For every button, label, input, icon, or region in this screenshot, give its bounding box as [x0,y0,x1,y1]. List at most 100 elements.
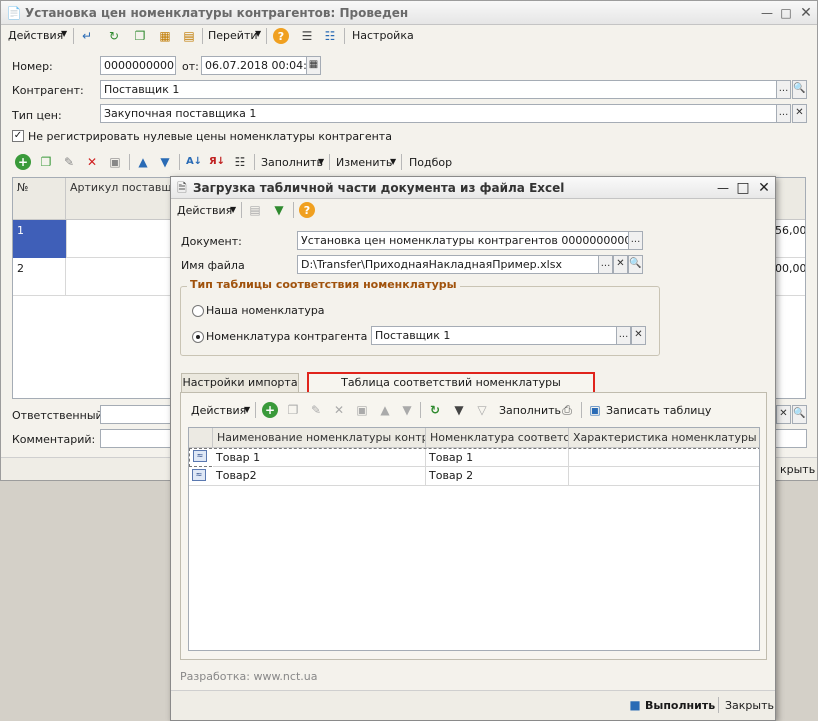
column-header-matching-nomenclature[interactable]: Номенклатура соответс... [426,428,569,448]
developer-link[interactable]: Разработка: www.nct.ua [180,670,317,683]
counterparty-search-icon[interactable]: 🔍 [792,80,807,99]
tab-import-settings[interactable]: Настройки импорта [181,373,299,393]
counterparty-select-button[interactable]: ... [776,80,791,99]
price-type-clear-icon[interactable]: ✕ [792,104,807,123]
save-table-icon[interactable]: ▣ [587,402,603,418]
radio-our-nomenclature[interactable] [192,305,204,317]
help-icon[interactable]: ? [273,28,289,44]
row-counterparty-name: Товар2 [213,467,426,486]
run-button[interactable]: Выполнить [645,699,715,712]
copy-icon[interactable]: ❐ [132,28,148,44]
table-move-up-icon[interactable]: ▲ [377,402,393,418]
table-actions-menu[interactable]: Действия [191,404,246,417]
radio-counterparty-nomenclature-label: Номенклатура контрагента [206,330,368,343]
row-characteristic [569,449,759,467]
barcode-icon[interactable]: ☷ [232,154,248,170]
table-filter-off-icon[interactable]: ▽ [474,402,490,418]
row-item-icon: ≈ [192,469,206,481]
add-row-icon[interactable]: + [15,154,31,170]
end-edit-icon[interactable]: ▣ [107,154,123,170]
table-add-icon[interactable]: + [262,402,278,418]
filename-field[interactable]: D:\Transfer\ПриходнаяНакладнаяПример.xls… [297,255,599,274]
filename-select-button[interactable]: ... [598,255,613,274]
table-refresh-icon[interactable]: ↻ [427,402,443,418]
print-icon[interactable]: ⎙ [559,402,575,418]
row-characteristic [569,467,759,486]
structure-icon[interactable]: ▤ [181,28,197,44]
dialog-help-icon[interactable]: ? [299,202,315,218]
import-dialog: 🗎 Загрузка табличной части документа из … [170,176,776,721]
table-move-down-icon[interactable]: ▼ [399,402,415,418]
date-field[interactable]: 06.07.2018 00:04:34 [201,56,307,75]
zero-price-checkbox[interactable]: ✓ [12,130,24,142]
list-settings-icon[interactable]: ☷ [322,28,338,44]
price-type-field[interactable]: Закупочная поставщика 1 [100,104,777,123]
radio-dot [196,335,200,339]
dialog-actions-menu[interactable]: Действия [177,204,232,217]
dialog-close-button[interactable]: Закрыть [725,699,774,712]
post-close-icon[interactable]: ↵ [79,28,95,44]
document-select-button[interactable]: ... [628,231,643,250]
dialog-minimize-icon[interactable]: — [715,180,731,196]
change-chevron-icon: ▼ [390,157,397,166]
save-settings-icon[interactable]: ▤ [247,202,263,218]
responsible-search-icon[interactable]: 🔍 [792,405,807,424]
calendar-icon[interactable]: ▦ [306,56,321,75]
actions-menu[interactable]: Действия [8,29,63,42]
copy-row-icon[interactable]: ❐ [38,154,54,170]
radio-our-nomenclature-label: Наша номенклатура [206,304,325,317]
document-field[interactable]: Установка цен номенклатуры контрагентов … [297,231,629,250]
row-value-cell: 00,00 [775,262,806,275]
settings-button[interactable]: Настройка [352,29,414,42]
column-header-characteristic[interactable]: Характеристика номенклатуры с... [569,428,759,448]
filename-clear-icon[interactable]: ✕ [613,255,628,274]
price-type-select-button[interactable]: ... [776,104,791,123]
sort-asc-icon[interactable]: A↓ [186,154,202,170]
table-row[interactable]: ≈ Товар 1 Товар 1 [189,448,759,467]
change-menu[interactable]: Изменить [336,156,392,169]
table-edit-icon[interactable]: ✎ [308,402,324,418]
fill-chevron-icon: ▼ [318,157,325,166]
table-delete-icon[interactable]: ✕ [331,402,347,418]
close-icon[interactable]: ✕ [798,5,814,21]
main-close-button[interactable]: крыть [780,463,815,476]
tab-matching-table[interactable]: Таблица соответствий номенклатуры контра… [307,372,595,406]
from-label: от: [182,60,199,73]
select-button[interactable]: Подбор [409,156,452,169]
run-icon: ■ [629,698,641,712]
table-filter-icon[interactable]: ▼ [451,402,467,418]
sort-desc-icon[interactable]: Я↓ [209,154,225,170]
responsible-clear-icon[interactable]: ✕ [776,405,791,424]
table-end-edit-icon[interactable]: ▣ [354,402,370,418]
edit-row-icon[interactable]: ✎ [61,154,77,170]
restore-settings-icon[interactable]: ▼ [271,202,287,218]
goto-menu[interactable]: Перейти [208,29,258,42]
number-field[interactable]: 00000000001 [100,56,176,75]
dialog-close-icon[interactable]: ✕ [756,180,772,196]
table-icon[interactable]: ☰ [299,28,315,44]
column-header-number[interactable]: № [13,178,66,220]
counterparty-field[interactable]: Поставщик 1 [100,80,777,99]
dialog-title: Загрузка табличной части документа из фа… [193,181,565,195]
save-table-button[interactable]: Записать таблицу [606,404,711,417]
movement-icon[interactable]: ▦ [157,28,173,44]
column-header-counterparty-name[interactable]: Наименование номенклатуры контраг... [213,428,426,448]
delete-row-icon[interactable]: ✕ [84,154,100,170]
filename-open-icon[interactable]: 🔍 [628,255,643,274]
radio-counterparty-nomenclature[interactable] [192,331,204,343]
minimize-icon[interactable]: — [759,5,775,21]
maximize-icon[interactable]: □ [778,5,794,21]
move-down-icon[interactable]: ▼ [157,154,173,170]
row-matching-nomenclature: Товар 1 [426,449,569,467]
refresh-icon[interactable]: ↻ [106,28,122,44]
counterparty-select-clear-icon[interactable]: ✕ [631,326,646,345]
counterparty-select-field[interactable]: Поставщик 1 [371,326,617,345]
table-fill-button[interactable]: Заполнить [499,404,561,417]
table-copy-icon[interactable]: ❐ [285,402,301,418]
table-row[interactable]: ≈ Товар2 Товар 2 [189,467,759,486]
move-up-icon[interactable]: ▲ [135,154,151,170]
row-number-cell: 2 [13,258,66,296]
dialog-maximize-icon[interactable]: □ [735,180,751,196]
counterparty-select-dots-button[interactable]: ... [616,326,631,345]
fill-menu[interactable]: Заполнить [261,156,323,169]
